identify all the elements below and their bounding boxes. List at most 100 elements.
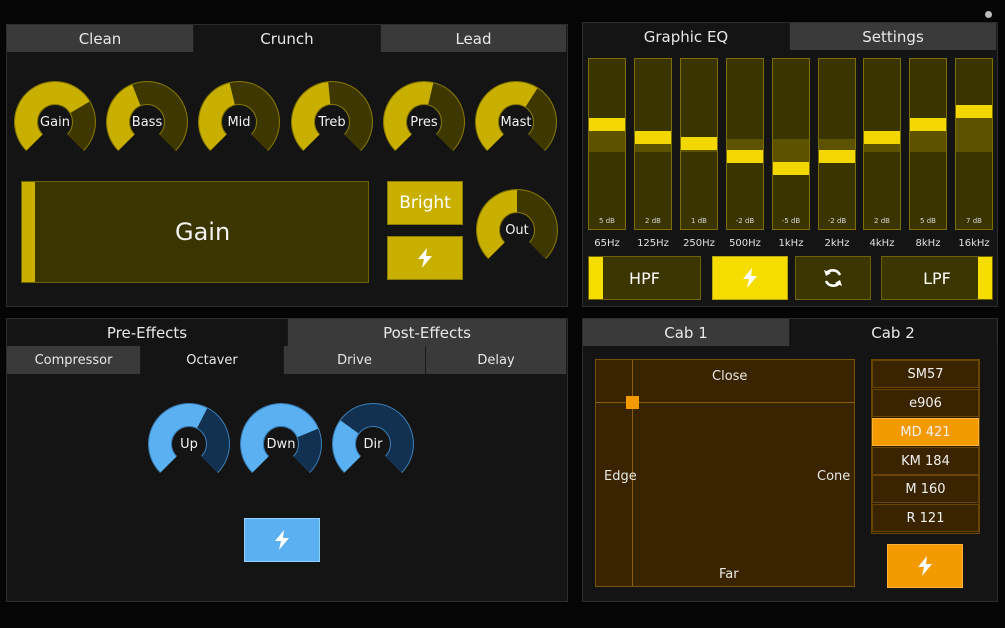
- eq-slider-500hz[interactable]: -2 dB: [726, 58, 764, 230]
- amp-tab-crunch[interactable]: Crunch: [194, 25, 381, 52]
- eq-freq-label: 1kHz: [778, 238, 804, 249]
- knob-value-arc: [292, 82, 332, 151]
- eq-slider-4khz[interactable]: 2 dB: [863, 58, 901, 230]
- knob-value-arc: [107, 84, 142, 151]
- bass-knob[interactable]: Bass: [106, 81, 188, 163]
- bright-button[interactable]: Bright: [387, 181, 463, 225]
- refresh-icon: [824, 269, 842, 287]
- eq-slider-handle[interactable]: [773, 162, 809, 175]
- fx-subtab-compressor[interactable]: Compressor: [7, 346, 141, 374]
- eq-slider-handle[interactable]: [910, 118, 946, 131]
- eq-db-label: 7 dB: [966, 217, 982, 225]
- eq-slider-handle[interactable]: [681, 137, 717, 150]
- gain-display-slider[interactable]: Gain: [21, 181, 369, 283]
- eq-freq-label: 250Hz: [683, 238, 715, 249]
- knob-dial: [291, 81, 373, 151]
- eq-freq-label: 65Hz: [594, 238, 620, 249]
- eq-slider-2khz[interactable]: -2 dB: [818, 58, 856, 230]
- eq-slider-handle[interactable]: [819, 150, 855, 163]
- gain-display-handle[interactable]: [22, 182, 35, 282]
- mic-r121[interactable]: R 121: [872, 504, 979, 532]
- eq-db-label: 5 dB: [920, 217, 936, 225]
- mic-position-pad[interactable]: Close Far Edge Cone: [595, 359, 855, 587]
- status-dot: [985, 11, 992, 18]
- fx-power-button[interactable]: [244, 518, 320, 562]
- cab-tab-cab1[interactable]: Cab 1: [583, 319, 790, 346]
- eq-slider-handle[interactable]: [589, 118, 625, 131]
- fx-tab-pre-effects[interactable]: Pre-Effects: [7, 319, 288, 346]
- eq-freq-label: 125Hz: [637, 238, 669, 249]
- eq-slider-250hz[interactable]: 1 dB: [680, 58, 718, 230]
- eq-freq-label: 16kHz: [958, 238, 990, 249]
- mic-md421[interactable]: MD 421: [872, 418, 979, 446]
- mid-knob[interactable]: Mid: [198, 81, 280, 163]
- eq-slider-handle[interactable]: [727, 150, 763, 163]
- knob-dial: [148, 403, 230, 473]
- pad-handle[interactable]: [626, 396, 639, 409]
- eq-tab-graphic-eq[interactable]: Graphic EQ: [583, 23, 790, 50]
- cab-tab-cab2[interactable]: Cab 2: [790, 319, 997, 346]
- mic-sm57[interactable]: SM57: [872, 360, 979, 388]
- eq-db-label: -2 dB: [827, 217, 847, 225]
- mic-m160[interactable]: M 160: [872, 475, 979, 503]
- presence-knob[interactable]: Pres: [383, 81, 465, 163]
- gain-knob[interactable]: Gain: [14, 81, 96, 163]
- knob-dial: [198, 81, 280, 151]
- out-knob[interactable]: Out: [476, 189, 558, 271]
- knob-value-arc: [333, 420, 361, 473]
- fx-tab-post-effects[interactable]: Post-Effects: [288, 319, 567, 346]
- pad-label-far: Far: [719, 567, 739, 582]
- lightning-icon: [418, 248, 432, 268]
- hpf-label: HPF: [629, 268, 660, 288]
- eq-tab-settings[interactable]: Settings: [790, 23, 997, 50]
- mic-e906[interactable]: e906: [872, 389, 979, 417]
- eq-slider-handle[interactable]: [635, 131, 671, 144]
- knob-dial: [332, 403, 414, 473]
- eq-slider-125hz[interactable]: 2 dB: [634, 58, 672, 230]
- lpf-button[interactable]: LPF: [881, 256, 993, 300]
- knob-value-arc: [477, 190, 518, 259]
- mic-km184[interactable]: KM 184: [872, 447, 979, 475]
- octave-up-knob[interactable]: Up: [148, 403, 230, 485]
- pad-label-close: Close: [712, 369, 748, 384]
- eq-db-label: -2 dB: [735, 217, 755, 225]
- gain-display-label: Gain: [175, 218, 231, 246]
- eq-freq-label: 4kHz: [869, 238, 895, 249]
- hpf-button[interactable]: HPF: [588, 256, 701, 300]
- knob-dial: [475, 81, 557, 151]
- fx-subtab-octaver[interactable]: Octaver: [141, 346, 284, 374]
- amp-tab-lead[interactable]: Lead: [381, 25, 567, 52]
- fx-subtab-drive[interactable]: Drive: [284, 346, 426, 374]
- direct-knob[interactable]: Dir: [332, 403, 414, 485]
- eq-freq-label: 2kHz: [824, 238, 850, 249]
- eq-slider-8khz[interactable]: 5 dB: [909, 58, 947, 230]
- lpf-indicator: [978, 257, 992, 299]
- eq-db-label: 1 dB: [691, 217, 707, 225]
- master-knob[interactable]: Mast: [475, 81, 557, 163]
- eq-reset-button[interactable]: [795, 256, 871, 300]
- lightning-icon: [743, 268, 757, 288]
- knob-dial: [14, 81, 96, 151]
- eq-slider-65hz[interactable]: 5 dB: [588, 58, 626, 230]
- eq-slider-1khz[interactable]: -5 dB: [772, 58, 810, 230]
- hpf-indicator: [589, 257, 603, 299]
- knob-value-arc: [149, 404, 208, 473]
- eq-db-label: 2 dB: [645, 217, 661, 225]
- eq-db-label: 5 dB: [599, 217, 615, 225]
- amp-power-button[interactable]: [387, 236, 463, 280]
- fx-subtab-delay[interactable]: Delay: [426, 346, 567, 374]
- knob-dial: [240, 403, 322, 473]
- knob-value-arc: [384, 82, 434, 151]
- eq-slider-handle[interactable]: [864, 131, 900, 144]
- amp-tab-clean[interactable]: Clean: [7, 25, 194, 52]
- pad-label-cone: Cone: [817, 469, 851, 484]
- lightning-icon: [918, 556, 932, 576]
- treble-knob[interactable]: Treb: [291, 81, 373, 163]
- eq-slider-16khz[interactable]: 7 dB: [955, 58, 993, 230]
- cab-power-button[interactable]: [887, 544, 963, 588]
- lightning-icon: [275, 530, 289, 550]
- eq-slider-handle[interactable]: [956, 105, 992, 118]
- eq-power-button[interactable]: [712, 256, 788, 300]
- eq-freq-label: 8kHz: [915, 238, 941, 249]
- octave-down-knob[interactable]: Dwn: [240, 403, 322, 485]
